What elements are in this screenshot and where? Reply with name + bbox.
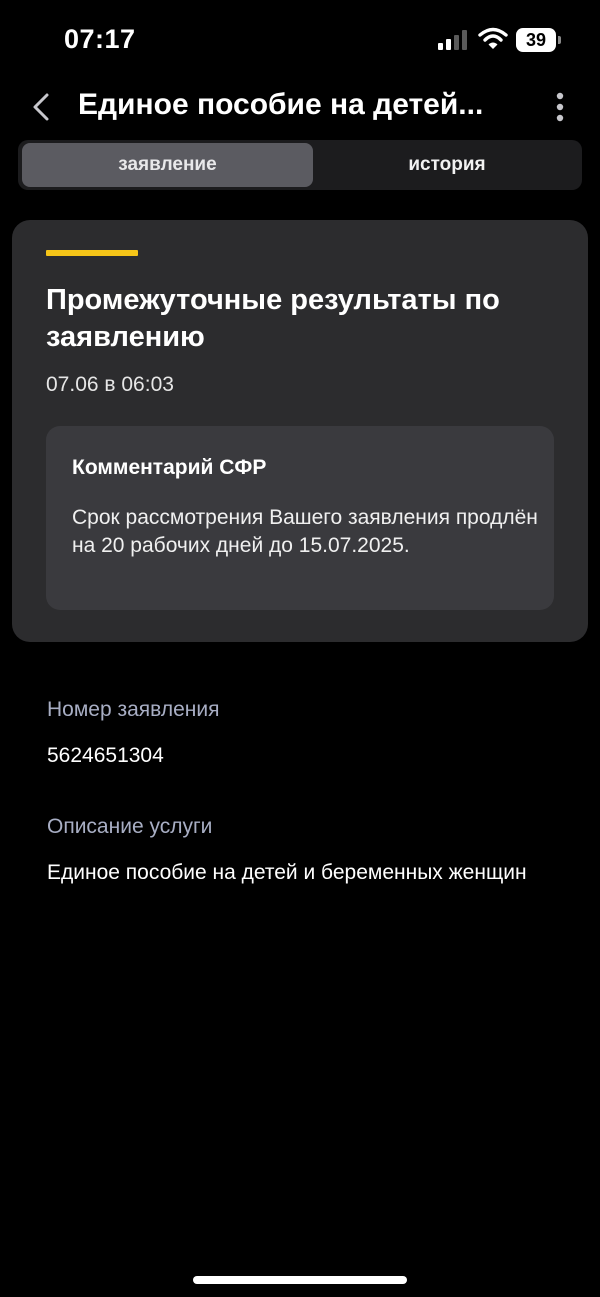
battery-tip — [558, 36, 561, 44]
status-time: 07:17 — [64, 24, 136, 54]
status-date: 07.06 в 06:03 — [46, 373, 174, 396]
comment-box: Комментарий СФР Срок рассмотрения Вашего… — [46, 426, 554, 610]
battery-level: 39 — [516, 28, 556, 52]
status-bar: 07:17 39 — [0, 0, 600, 80]
chevron-left-icon[interactable] — [28, 90, 54, 124]
application-number-value: 5624651304 — [47, 744, 164, 767]
service-description-label: Описание услуги — [47, 815, 213, 838]
nav-header: Единое пособие на детей... — [0, 80, 600, 136]
more-vertical-icon[interactable] — [548, 90, 572, 124]
comment-text: Срок рассмотрения Вашего заявления продл… — [72, 506, 538, 557]
tab-history[interactable]: история — [316, 143, 578, 187]
tab-bar: заявление история — [18, 140, 582, 190]
service-description-value: Единое пособие на детей и беременных жен… — [47, 861, 527, 884]
home-indicator[interactable] — [193, 1276, 407, 1284]
signal-icon — [438, 30, 467, 50]
wifi-icon — [478, 27, 508, 49]
tab-application[interactable]: заявление — [22, 143, 313, 187]
status-title: Промежуточные результаты по заявлению — [46, 284, 500, 353]
battery-icon: 39 — [516, 28, 562, 52]
page-title: Единое пособие на детей... — [78, 88, 484, 121]
status-accent-bar — [46, 250, 138, 256]
status-card: Промежуточные результаты по заявлению 07… — [12, 220, 588, 642]
application-number-label: Номер заявления — [47, 698, 220, 721]
comment-title: Комментарий СФР — [72, 456, 267, 479]
